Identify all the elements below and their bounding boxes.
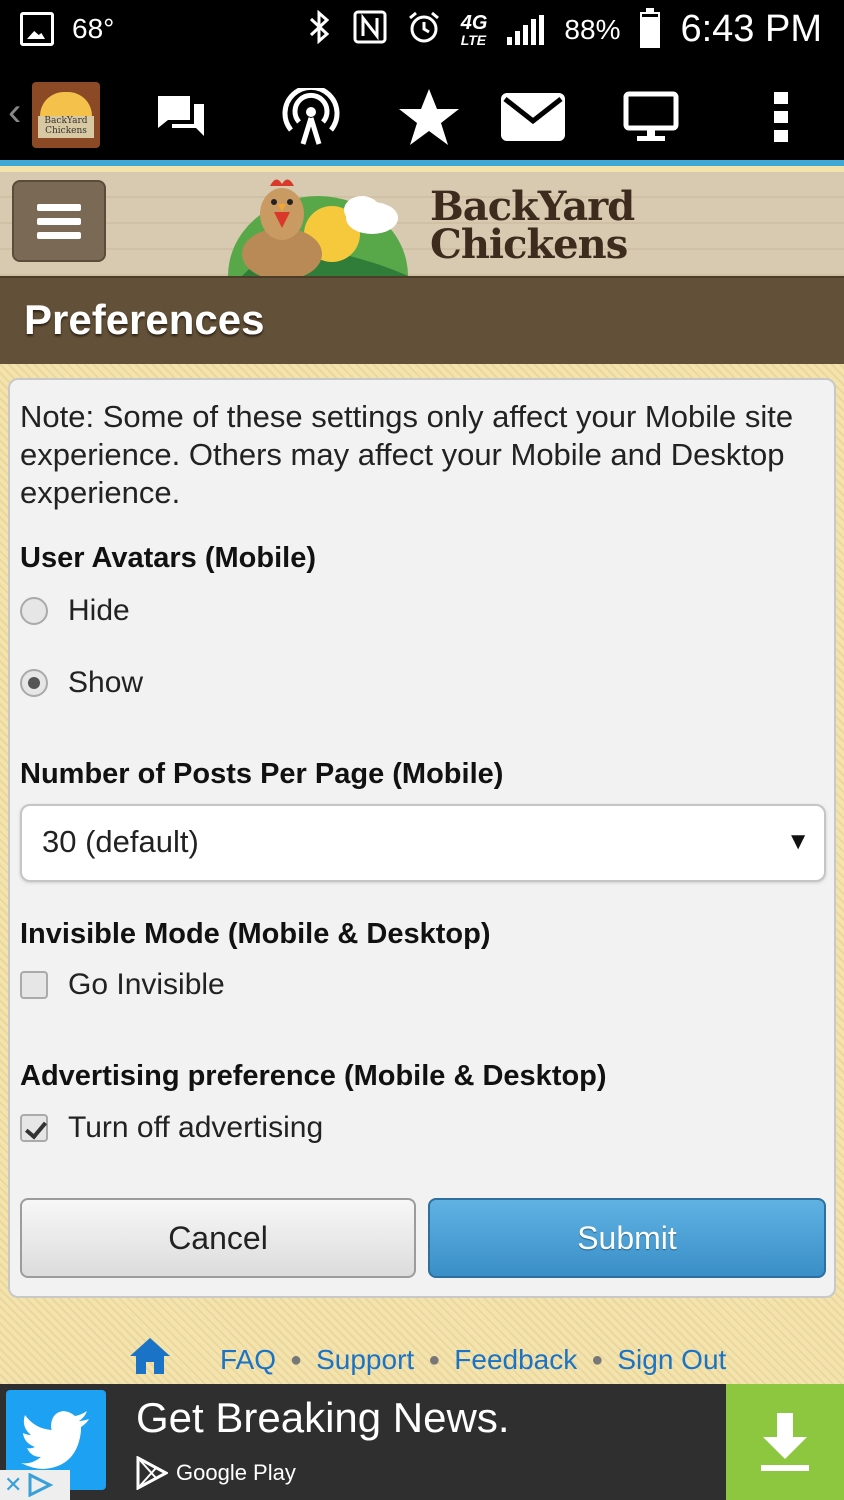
avatars-show-label: Show xyxy=(68,666,144,699)
battery-percent: 88% xyxy=(564,13,621,45)
avatars-label: User Avatars (Mobile) xyxy=(20,542,316,574)
download-icon[interactable] xyxy=(726,1384,844,1500)
gallery-notification-icon xyxy=(20,12,54,46)
google-play-badge: Google Play xyxy=(136,1456,296,1490)
desktop-icon[interactable] xyxy=(616,82,686,152)
clock: 6:43 PM xyxy=(680,8,822,50)
avatars-hide-radio[interactable] xyxy=(20,597,48,625)
app-logo[interactable]: BackYard Chickens xyxy=(32,82,100,148)
hamburger-menu-button[interactable] xyxy=(12,180,106,262)
posts-per-page-label: Number of Posts Per Page (Mobile) xyxy=(20,758,504,790)
turn-off-advertising-label: Turn off advertising xyxy=(68,1111,324,1144)
network-type: 4G LTE xyxy=(460,11,488,48)
avatars-show-option[interactable]: Show xyxy=(20,666,143,700)
sign-out-link[interactable]: Sign Out xyxy=(617,1344,726,1376)
site-header: BackYard Chickens xyxy=(0,172,844,276)
chicken-logo-icon xyxy=(228,179,408,276)
temperature: 68° xyxy=(72,13,115,44)
overflow-menu-icon[interactable] xyxy=(746,82,816,152)
battery-icon xyxy=(640,7,661,48)
turn-off-advertising-checkbox[interactable] xyxy=(20,1114,48,1142)
feedback-link[interactable]: Feedback xyxy=(454,1344,577,1376)
ad-headline: Get Breaking News. xyxy=(136,1394,510,1441)
brand-name[interactable]: BackYard Chickens xyxy=(430,187,635,268)
go-invisible-label: Go Invisible xyxy=(68,968,225,1001)
avatars-show-radio[interactable] xyxy=(20,669,48,697)
status-bar: 68° 4G LTE 88% 6:43 PM xyxy=(0,0,844,60)
nfc-icon xyxy=(353,10,387,50)
close-ad-icon[interactable]: ✕ xyxy=(4,1472,22,1498)
home-icon[interactable] xyxy=(128,1336,172,1381)
cancel-button[interactable]: Cancel xyxy=(20,1198,416,1278)
advertising-label: Advertising preference (Mobile & Desktop… xyxy=(20,1060,607,1092)
separator-dot: ● xyxy=(591,1348,604,1371)
signal-icon xyxy=(507,14,545,45)
mail-icon[interactable] xyxy=(498,82,568,152)
star-icon[interactable] xyxy=(394,82,464,152)
posts-per-page-value: 30 (default) xyxy=(42,824,199,859)
avatars-hide-option[interactable]: Hide xyxy=(20,594,130,628)
preferences-form: Note: Some of these settings only affect… xyxy=(8,378,836,1298)
adchoices-icon[interactable]: ✕ xyxy=(0,1470,70,1500)
settings-note: Note: Some of these settings only affect… xyxy=(20,399,794,510)
forum-icon[interactable] xyxy=(146,82,216,152)
posts-per-page-select[interactable]: 30 (default) ▼ xyxy=(20,804,826,882)
turn-off-advertising-option[interactable]: Turn off advertising xyxy=(20,1111,323,1145)
page-title-bar: Preferences xyxy=(0,276,844,364)
google-play-label: Google Play xyxy=(176,1460,296,1485)
page-title: Preferences xyxy=(24,296,265,343)
submit-button[interactable]: Submit xyxy=(428,1198,826,1278)
footer-nav: FAQ ● Support ● Feedback ● Sign Out xyxy=(0,1330,844,1382)
podcast-icon[interactable] xyxy=(276,82,346,152)
app-toolbar: ‹ BackYard Chickens xyxy=(0,60,844,166)
google-play-icon xyxy=(136,1456,168,1490)
back-chevron-icon[interactable]: ‹ xyxy=(8,90,21,135)
support-link[interactable]: Support xyxy=(316,1344,414,1376)
app-logo-text: BackYard Chickens xyxy=(38,116,94,138)
brand-line-2: Chickens xyxy=(430,221,628,268)
faq-link[interactable]: FAQ xyxy=(220,1344,276,1376)
go-invisible-checkbox[interactable] xyxy=(20,971,48,999)
ad-banner[interactable]: Get Breaking News. Google Play ✕ xyxy=(0,1384,844,1500)
avatars-hide-label: Hide xyxy=(68,594,130,627)
separator-dot: ● xyxy=(428,1348,441,1371)
alarm-icon xyxy=(407,10,441,50)
separator-dot: ● xyxy=(290,1348,303,1371)
invisible-mode-label: Invisible Mode (Mobile & Desktop) xyxy=(20,918,491,950)
bluetooth-icon xyxy=(307,9,333,50)
go-invisible-option[interactable]: Go Invisible xyxy=(20,968,225,1002)
dropdown-arrow-icon: ▼ xyxy=(786,828,810,855)
